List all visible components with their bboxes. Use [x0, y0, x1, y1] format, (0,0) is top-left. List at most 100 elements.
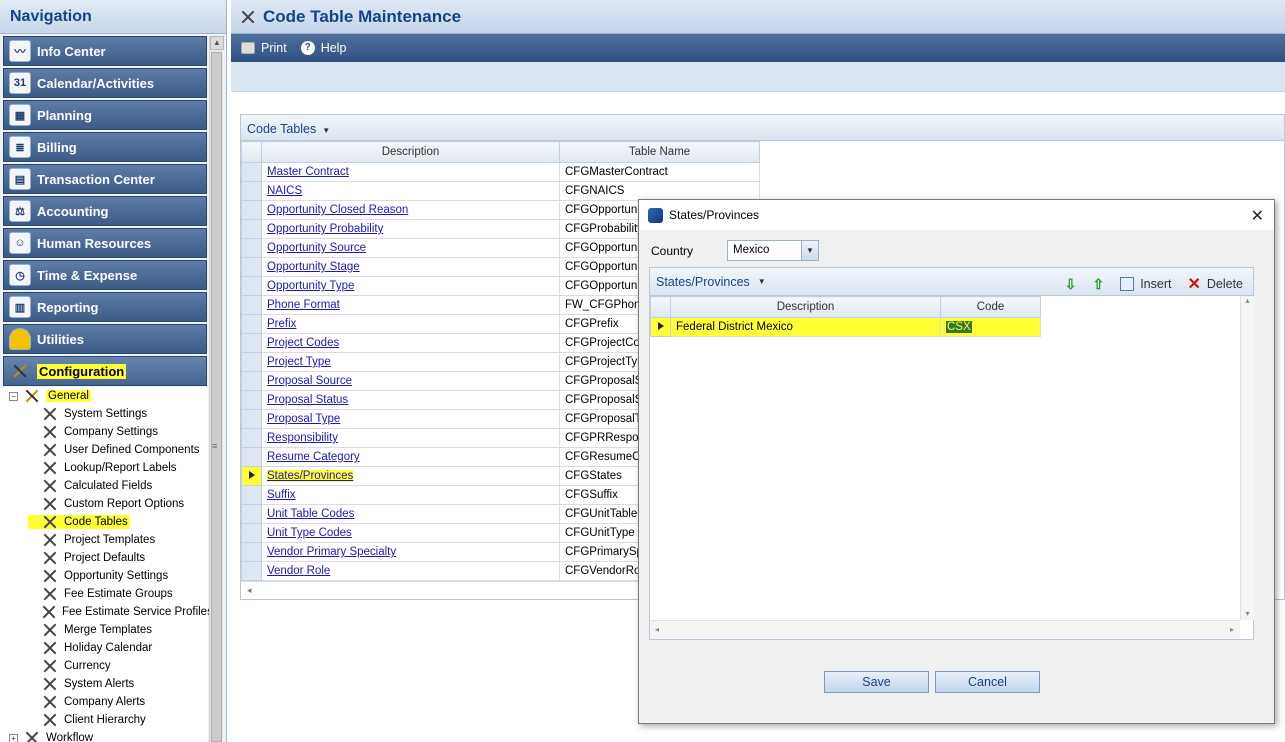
state-description-cell[interactable]: Federal District Mexico [670, 317, 941, 337]
tree-item-lookup-report-labels[interactable]: Lookup/Report Labels [0, 459, 208, 477]
code-table-link[interactable]: Phone Format [267, 299, 340, 311]
row-header[interactable] [241, 485, 262, 505]
code-table-link[interactable]: States/Provinces [267, 470, 354, 482]
row-header[interactable] [241, 447, 262, 467]
code-table-link[interactable]: Proposal Source [267, 375, 352, 387]
row-header[interactable] [241, 200, 262, 220]
tree-item-currency[interactable]: Currency [0, 657, 208, 675]
tree-item-custom-report-options[interactable]: Custom Report Options [0, 495, 208, 513]
nav-item-accounting[interactable]: ⚖ Accounting [3, 196, 207, 226]
code-table-link[interactable]: Vendor Primary Specialty [267, 546, 396, 558]
tree-node-workflow[interactable]: + Workflow [0, 729, 208, 742]
code-table-link[interactable]: Opportunity Source [267, 242, 366, 254]
row-header[interactable] [241, 238, 262, 258]
delete-button[interactable]: Delete [1207, 277, 1243, 291]
nav-item-time-expense[interactable]: ◷ Time & Expense [3, 260, 207, 290]
save-button[interactable]: Save [824, 671, 929, 693]
nav-item-info-center[interactable]: 〰 Info Center [3, 36, 207, 66]
code-table-link[interactable]: Proposal Type [267, 413, 340, 425]
code-table-link[interactable]: Master Contract [267, 166, 349, 178]
nav-item-billing[interactable]: ≣ Billing [3, 132, 207, 162]
nav-item-transaction-center[interactable]: ▤ Transaction Center [3, 164, 207, 194]
tree-node-general[interactable]: − General [0, 387, 208, 405]
row-header[interactable] [241, 333, 262, 353]
close-icon[interactable]: ✕ [1251, 206, 1264, 226]
column-header-description[interactable]: Description [261, 141, 560, 163]
tree-item-fee-estimate-groups[interactable]: Fee Estimate Groups [0, 585, 208, 603]
code-table-link[interactable]: Unit Type Codes [267, 527, 352, 539]
row-header[interactable] [241, 276, 262, 296]
expand-icon[interactable]: + [9, 733, 18, 742]
tree-item-calculated-fields[interactable]: Calculated Fields [0, 477, 208, 495]
nav-item-utilities[interactable]: Utilities [3, 324, 207, 354]
move-down-icon[interactable]: ⇩ [1065, 276, 1077, 293]
chevron-down-icon[interactable]: ▼ [801, 241, 818, 260]
nav-item-reporting[interactable]: ▥ Reporting [3, 292, 207, 322]
row-header[interactable] [241, 219, 262, 239]
row-header[interactable] [241, 523, 262, 543]
tree-item-system-alerts[interactable]: System Alerts [0, 675, 208, 693]
code-table-link[interactable]: Opportunity Probability [267, 223, 383, 235]
row-header[interactable] [241, 257, 262, 277]
row-pointer-icon[interactable] [241, 466, 262, 486]
column-header-description[interactable]: Description [670, 296, 941, 318]
nav-item-calendar[interactable]: 31 Calendar/Activities [3, 68, 207, 98]
code-table-link[interactable]: Responsibility [267, 432, 338, 444]
row-header[interactable] [241, 162, 262, 182]
tree-item-project-defaults[interactable]: Project Defaults [0, 549, 208, 567]
column-header-table-name[interactable]: Table Name [559, 141, 760, 163]
row-header[interactable] [241, 504, 262, 524]
dropdown-caret-icon[interactable]: ▼ [758, 277, 766, 286]
code-table-link[interactable]: Opportunity Type [267, 280, 354, 292]
tree-item-company-settings[interactable]: Company Settings [0, 423, 208, 441]
nav-scrollbar[interactable]: ▲ ≡ [209, 36, 224, 742]
column-header-code[interactable]: Code [940, 296, 1041, 318]
row-header[interactable] [241, 181, 262, 201]
row-header[interactable] [241, 428, 262, 448]
tree-item-fee-estimate-service-profiles[interactable]: Fee Estimate Service Profiles [0, 603, 213, 621]
row-header[interactable] [241, 390, 262, 410]
nav-item-planning[interactable]: ▦ Planning [3, 100, 207, 130]
code-table-link[interactable]: Project Type [267, 356, 331, 368]
states-hscrollbar[interactable]: ◂ ▸ [650, 620, 1240, 639]
code-table-link[interactable]: NAICS [267, 185, 302, 197]
tree-item-project-templates[interactable]: Project Templates [0, 531, 208, 549]
code-table-link[interactable]: Prefix [267, 318, 296, 330]
state-code-cell[interactable]: CSX [940, 317, 1041, 337]
scroll-up-icon[interactable]: ▲ [210, 36, 224, 50]
collapse-icon[interactable]: − [9, 391, 18, 401]
table-row[interactable]: Master Contract CFGMasterContract [241, 162, 760, 182]
row-header[interactable] [241, 352, 262, 372]
help-button[interactable]: ? Help [300, 41, 346, 55]
states-vscrollbar[interactable]: ▴ ▾ [1240, 296, 1254, 620]
tree-item-system-settings[interactable]: System Settings [0, 405, 208, 423]
row-header[interactable] [241, 542, 262, 562]
row-header[interactable] [241, 371, 262, 391]
code-table-link[interactable]: Vendor Role [267, 565, 330, 577]
tree-item-user-defined-components[interactable]: User Defined Components [0, 441, 208, 459]
insert-icon[interactable] [1120, 277, 1135, 291]
tree-item-client-hierarchy[interactable]: Client Hierarchy [0, 711, 208, 729]
code-table-link[interactable]: Resume Category [267, 451, 360, 463]
insert-button[interactable]: Insert [1140, 277, 1171, 291]
code-table-link[interactable]: Proposal Status [267, 394, 348, 406]
row-header[interactable] [241, 561, 262, 581]
code-table-link[interactable]: Opportunity Closed Reason [267, 204, 408, 216]
tree-item-code-tables[interactable]: Code Tables [0, 513, 208, 531]
table-row[interactable]: NAICS CFGNAICS [241, 181, 760, 201]
table-row[interactable]: Federal District Mexico CSX [650, 317, 1041, 337]
nav-item-configuration[interactable]: Configuration [3, 356, 207, 386]
delete-icon[interactable]: ✕ [1187, 274, 1200, 294]
tree-item-merge-templates[interactable]: Merge Templates [0, 621, 208, 639]
tree-item-company-alerts[interactable]: Company Alerts [0, 693, 208, 711]
move-up-icon[interactable]: ⇧ [1092, 276, 1104, 293]
code-table-link[interactable]: Suffix [267, 489, 296, 501]
row-header[interactable] [241, 314, 262, 334]
scroll-thumb[interactable] [211, 52, 222, 742]
code-tables-header[interactable]: Code Tables ▼ [241, 115, 1284, 141]
code-table-link[interactable]: Opportunity Stage [267, 261, 360, 273]
code-tables-hscrollbar[interactable]: ◂ [241, 581, 639, 599]
code-table-link[interactable]: Unit Table Codes [267, 508, 354, 520]
cancel-button[interactable]: Cancel [935, 671, 1040, 693]
nav-item-human-resources[interactable]: ☺ Human Resources [3, 228, 207, 258]
